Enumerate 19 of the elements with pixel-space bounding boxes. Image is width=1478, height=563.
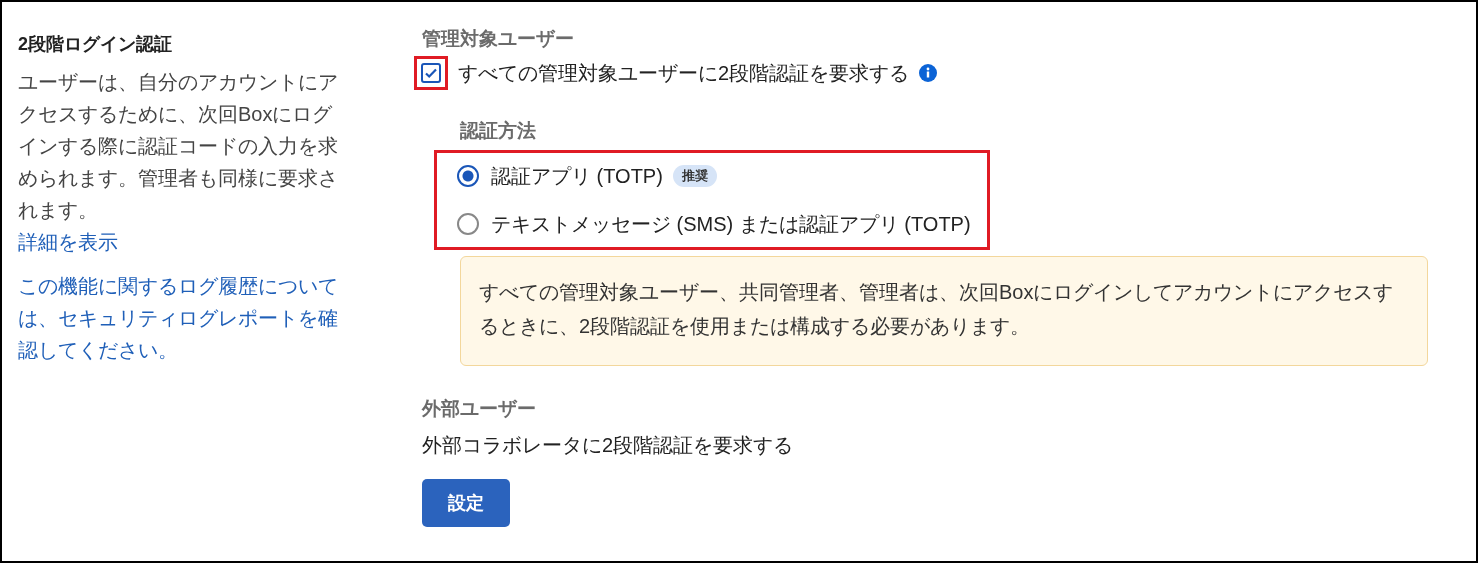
method-heading: 認証方法: [460, 119, 537, 143]
details-link[interactable]: 詳細を表示: [18, 226, 348, 258]
checkbox-label[interactable]: すべての管理対象ユーザーに2段階認証を要求する: [458, 59, 910, 87]
check-icon: [424, 66, 438, 80]
section-heading: 外部ユーザー: [422, 397, 536, 421]
section-description: ユーザーは、自分のアカウントにアクセスするために、次回Boxにログインする際に認証コードの入力を求められます。管理者も同様に要求されます。: [18, 70, 339, 223]
info-icon[interactable]: [919, 64, 938, 82]
radio-label[interactable]: テキストメッセージ (SMS) または認証アプリ (TOTP): [491, 210, 971, 238]
checkbox[interactable]: [421, 63, 441, 83]
external-description: 外部コラボレータに2段階認証を要求する: [422, 433, 794, 458]
notice-box: すべての管理対象ユーザー、共同管理者、管理者は、次回Boxにログインしてアカウントにアクセスするときに、2段階認証を使用または構成する必要があります。: [460, 256, 1428, 366]
section-title: 2段階ログイン認証: [18, 33, 173, 56]
radio-button[interactable]: [457, 213, 479, 235]
radio-label[interactable]: 認証アプリ (TOTP): [491, 162, 663, 190]
section-heading: 管理対象ユーザー: [422, 27, 574, 51]
recommended-badge: 推奨: [672, 165, 717, 187]
radio-button[interactable]: [457, 165, 479, 187]
save-button[interactable]: 設定: [422, 479, 510, 527]
log-history-link[interactable]: この機能に関するログ履歴については、セキュリティログレポートを確認してください。: [18, 270, 348, 366]
